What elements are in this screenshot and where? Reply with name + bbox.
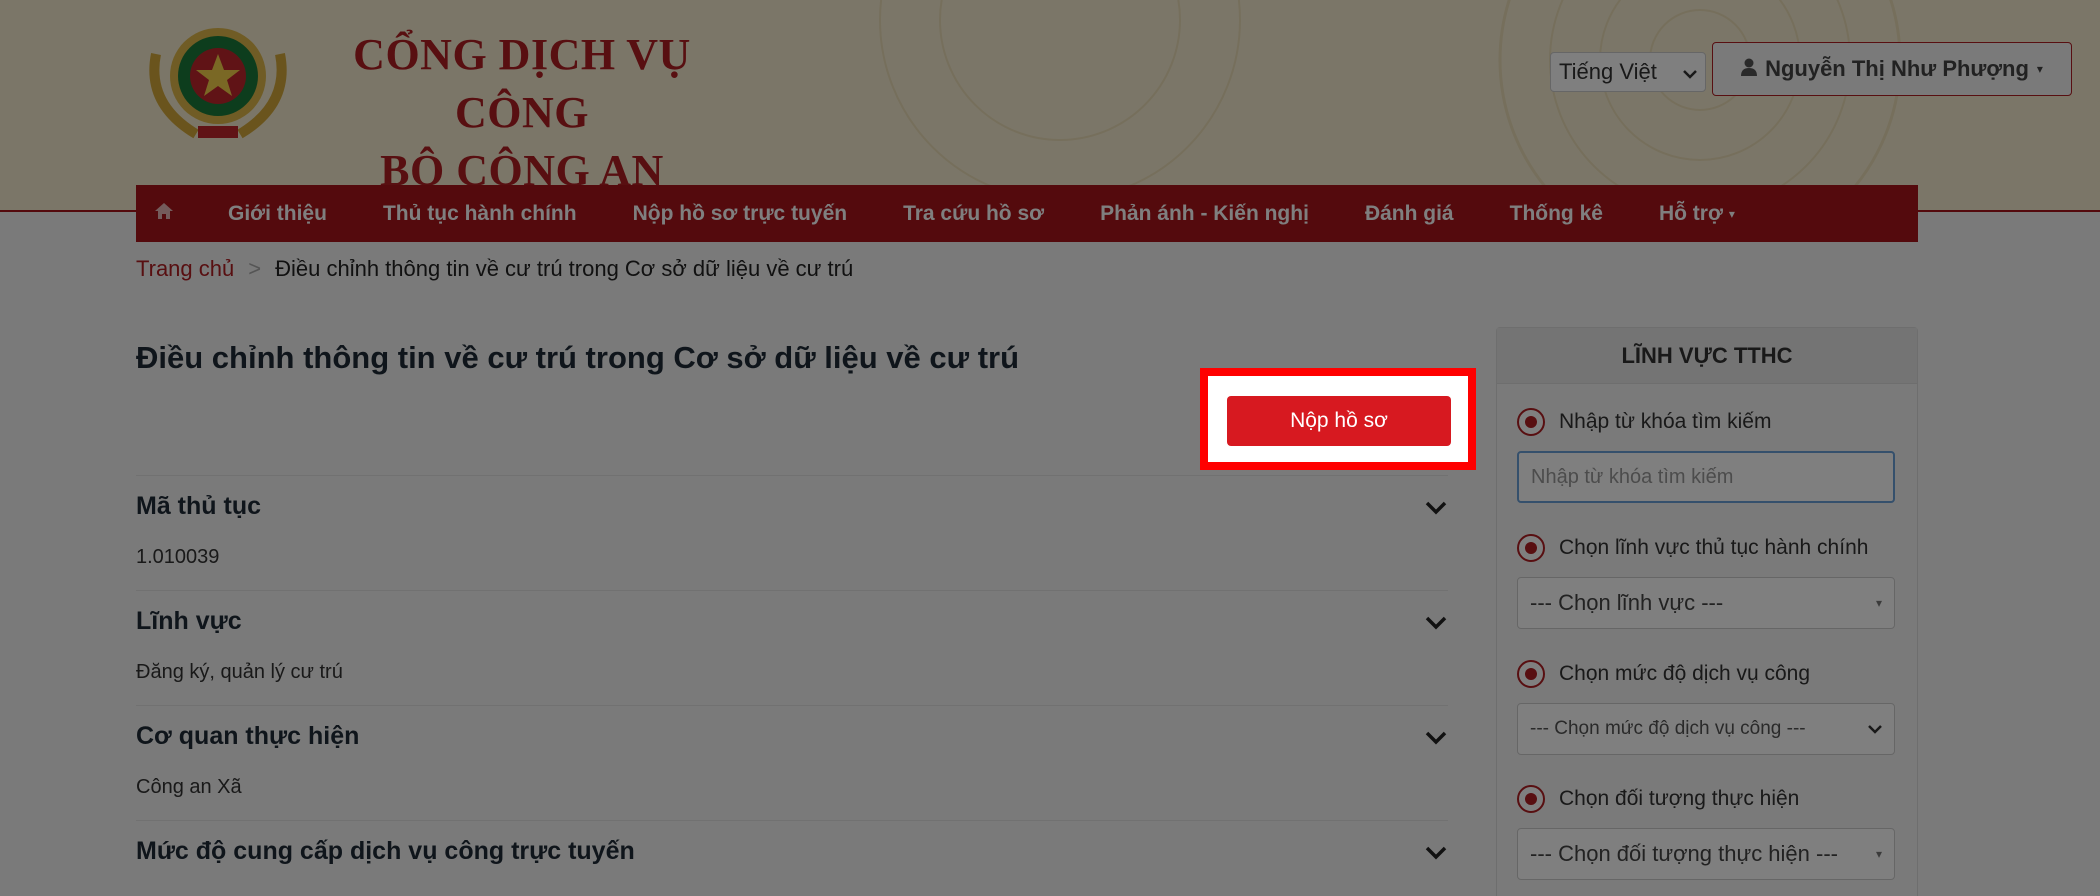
nav-thong-ke[interactable]: Thống kê bbox=[1482, 185, 1631, 242]
caret-down-icon: ▾ bbox=[2036, 62, 2043, 76]
breadcrumb-home-link[interactable]: Trang chủ bbox=[136, 256, 234, 282]
radio-selected-icon[interactable] bbox=[1517, 408, 1545, 436]
sidebar-filter-panel: LĨNH VỰC TTHC Nhập từ khóa tìm kiếm Nhập… bbox=[1496, 327, 1918, 896]
sidebar-title: LĨNH VỰC TTHC bbox=[1497, 328, 1917, 384]
field-select-value: --- Chọn lĩnh vực --- bbox=[1530, 590, 1724, 615]
nav-danh-gia[interactable]: Đánh giá bbox=[1337, 185, 1482, 242]
breadcrumb-separator: > bbox=[248, 256, 262, 281]
user-account-button[interactable]: Nguyễn Thị Như Phượng ▾ bbox=[1712, 42, 2072, 96]
section-value: Đăng ký, quản lý cư trú bbox=[136, 661, 343, 683]
nav-home[interactable] bbox=[136, 185, 200, 242]
breadcrumb: Trang chủ > Điều chỉnh thông tin về cư t… bbox=[136, 256, 853, 282]
page-title: Điều chỉnh thông tin về cư trú trong Cơ … bbox=[136, 340, 1020, 375]
logo-line-1: CỔNG DỊCH VỤ CÔNG bbox=[353, 30, 691, 137]
nav-gioi-thieu[interactable]: Giới thiệu bbox=[200, 185, 355, 242]
nav-tra-cuu-ho-so[interactable]: Tra cứu hồ sơ bbox=[875, 185, 1072, 242]
caret-down-icon: ▾ bbox=[1728, 206, 1735, 221]
level-select[interactable]: --- Chọn mức độ dịch vụ công --- bbox=[1517, 703, 1895, 755]
caret-down-icon: ▾ bbox=[1875, 847, 1882, 861]
language-select[interactable]: Tiếng Việt bbox=[1550, 52, 1706, 92]
filter-field-label: Chọn lĩnh vực thủ tục hành chính bbox=[1559, 536, 1869, 559]
nav-phan-anh-kien-nghi[interactable]: Phản ánh - Kiến nghị bbox=[1072, 185, 1337, 242]
section-co-quan-thuc-hien[interactable]: Cơ quan thực hiện Công an Xã bbox=[136, 705, 1448, 798]
user-icon bbox=[1741, 56, 1758, 82]
section-title: Cơ quan thực hiện bbox=[136, 722, 360, 750]
search-input[interactable]: Nhập từ khóa tìm kiếm bbox=[1517, 451, 1895, 503]
level-select-value: --- Chọn mức độ dịch vụ công --- bbox=[1530, 718, 1806, 739]
filter-target-option[interactable]: Chọn đối tượng thực hiện bbox=[1517, 785, 1799, 813]
section-linh-vuc[interactable]: Lĩnh vực Đăng ký, quản lý cư trú bbox=[136, 590, 1448, 683]
nav-thu-tuc-hanh-chinh[interactable]: Thủ tục hành chính bbox=[355, 185, 605, 242]
chevron-down-icon[interactable] bbox=[1424, 843, 1448, 863]
chevron-down-icon bbox=[1683, 59, 1697, 85]
filter-keyword-option[interactable]: Nhập từ khóa tìm kiếm bbox=[1517, 408, 1771, 436]
section-ma-thu-tuc[interactable]: Mã thủ tục 1.010039 bbox=[136, 475, 1448, 568]
main-navigation: Giới thiệu Thủ tục hành chính Nộp hồ sơ … bbox=[136, 185, 1918, 242]
caret-down-icon: ▾ bbox=[1875, 596, 1882, 610]
filter-keyword-label: Nhập từ khóa tìm kiếm bbox=[1559, 410, 1772, 433]
chevron-down-icon bbox=[1868, 718, 1882, 740]
site-logo-text[interactable]: CỔNG DỊCH VỤ CÔNG BỘ CÔNG AN bbox=[322, 26, 722, 200]
chevron-down-icon[interactable] bbox=[1424, 498, 1448, 518]
search-placeholder: Nhập từ khóa tìm kiếm bbox=[1531, 465, 1734, 488]
filter-field-option[interactable]: Chọn lĩnh vực thủ tục hành chính bbox=[1517, 534, 1868, 562]
section-title: Mức độ cung cấp dịch vụ công trực tuyến bbox=[136, 837, 635, 865]
chevron-down-icon[interactable] bbox=[1424, 728, 1448, 748]
drum-pattern-background bbox=[879, 0, 1902, 210]
filter-level-option[interactable]: Chọn mức độ dịch vụ công bbox=[1517, 660, 1810, 688]
chevron-down-icon[interactable] bbox=[1424, 613, 1448, 633]
nav-ho-tro-label: Hỗ trợ bbox=[1658, 201, 1723, 225]
breadcrumb-current: Điều chỉnh thông tin về cư trú trong Cơ … bbox=[275, 256, 854, 281]
section-value: Công an Xã bbox=[136, 776, 242, 798]
home-icon bbox=[154, 202, 174, 226]
section-muc-do-cung-cap[interactable]: Mức độ cung cấp dịch vụ công trực tuyến bbox=[136, 820, 1448, 865]
site-header: CỔNG DỊCH VỤ CÔNG BỘ CÔNG AN Tiếng Việt … bbox=[0, 0, 2100, 212]
submit-application-button[interactable]: Nộp hồ sơ bbox=[1227, 396, 1451, 446]
field-select[interactable]: --- Chọn lĩnh vực --- ▾ bbox=[1517, 577, 1895, 629]
target-select[interactable]: --- Chọn đối tượng thực hiện --- ▾ bbox=[1517, 828, 1895, 880]
target-select-value: --- Chọn đối tượng thực hiện --- bbox=[1530, 841, 1838, 866]
radio-selected-icon[interactable] bbox=[1517, 534, 1545, 562]
nav-ho-tro[interactable]: Hỗ trợ ▾ bbox=[1631, 185, 1763, 242]
section-title: Lĩnh vực bbox=[136, 607, 242, 635]
radio-selected-icon[interactable] bbox=[1517, 785, 1545, 813]
section-title: Mã thủ tục bbox=[136, 492, 261, 520]
language-value: Tiếng Việt bbox=[1559, 59, 1657, 84]
filter-level-label: Chọn mức độ dịch vụ công bbox=[1559, 662, 1811, 685]
nav-nop-ho-so-truc-tuyen[interactable]: Nộp hồ sơ trực tuyến bbox=[605, 185, 875, 242]
user-name: Nguyễn Thị Như Phượng bbox=[1765, 56, 2029, 81]
filter-target-label: Chọn đối tượng thực hiện bbox=[1559, 787, 1800, 810]
section-value: 1.010039 bbox=[136, 546, 220, 568]
radio-selected-icon[interactable] bbox=[1517, 660, 1545, 688]
police-emblem-logo[interactable] bbox=[136, 14, 300, 146]
